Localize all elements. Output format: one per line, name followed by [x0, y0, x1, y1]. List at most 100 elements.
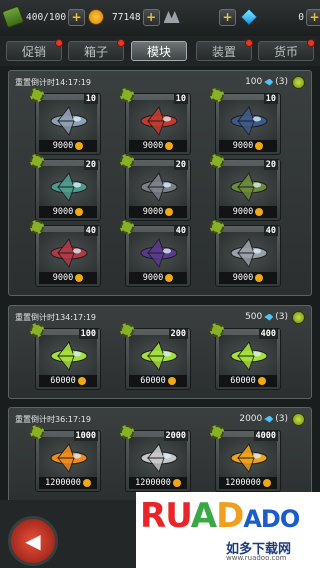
module-card[interactable]: 4000 1200000 — [210, 425, 281, 492]
price-value: 60000 — [50, 376, 76, 386]
section-header: 重置倒计时14:17:19 100 (3) — [15, 75, 305, 89]
module-card[interactable]: 10 9000 — [120, 88, 191, 155]
tab-currency[interactable]: 货币 — [258, 39, 315, 61]
energy-icon — [264, 78, 274, 86]
back-button[interactable]: ◀ — [8, 516, 58, 566]
reset-timer: 重置倒计时14:17:19 — [15, 77, 91, 87]
module-card[interactable]: 1000 1200000 — [30, 425, 101, 492]
add-gems-button[interactable]: + — [219, 8, 236, 26]
gear-icon — [30, 220, 44, 234]
tab-promotion[interactable]: 促销 — [6, 39, 63, 61]
module-plane-icon — [140, 340, 178, 372]
add-coins-button[interactable]: + — [142, 8, 160, 26]
refresh-button[interactable] — [292, 412, 305, 426]
module-plane-icon — [230, 237, 268, 269]
gear-icon — [210, 425, 224, 439]
coin-icon — [167, 377, 176, 385]
module-card[interactable]: 2000 1200000 — [120, 425, 191, 492]
section-header: 重置倒计时36:17:19 2000 (3) — [15, 412, 305, 426]
module-level: 10 — [173, 94, 188, 104]
module-price: 9000 — [219, 272, 277, 284]
module-price: 9000 — [219, 206, 277, 218]
notification-dot — [117, 39, 125, 47]
energy-value: 400/100 — [26, 11, 67, 23]
module-card[interactable]: 20 9000 — [30, 154, 101, 221]
tab-devices[interactable]: 装置 — [196, 39, 253, 61]
refresh-button[interactable] — [292, 75, 305, 89]
notification-dot — [55, 39, 63, 47]
reset-timer: 重置倒计时36:17:19 — [15, 414, 91, 424]
module-plane-icon — [50, 105, 88, 137]
module-level: 100 — [78, 329, 98, 339]
module-level: 40 — [83, 226, 98, 236]
refresh-cost-value: 100 — [245, 77, 263, 87]
module-card[interactable]: 40 9000 — [120, 220, 191, 287]
module-level: 10 — [83, 94, 98, 104]
module-price: 9000 — [219, 140, 277, 152]
bolt-coin-icon — [88, 9, 105, 25]
module-level: 4000 — [253, 431, 278, 441]
coin-icon — [165, 142, 174, 150]
module-card[interactable]: 20 9000 — [120, 154, 191, 221]
arrow-left-icon: ◀ — [25, 529, 41, 553]
module-card[interactable]: 20 9000 — [210, 154, 281, 221]
module-card[interactable]: 10 9000 — [210, 88, 281, 155]
coin-icon — [165, 274, 174, 282]
coin-icon — [75, 274, 84, 282]
price-value: 9000 — [142, 207, 164, 217]
notification-dot — [245, 39, 253, 47]
module-plane-icon — [230, 105, 268, 137]
module-card[interactable]: 40 9000 — [30, 220, 101, 287]
module-price: 9000 — [129, 272, 187, 284]
module-level: 200 — [168, 329, 188, 339]
module-price: 1200000 — [39, 477, 97, 489]
add-gems-button-2[interactable]: + — [306, 8, 320, 26]
shop-tabs: 促销 箱子 模块 装置 货币 — [0, 36, 320, 66]
module-card[interactable]: 10 9000 — [30, 88, 101, 155]
module-card[interactable]: 400 60000 — [210, 323, 281, 390]
energy-icon — [264, 313, 274, 321]
price-value: 9000 — [142, 141, 164, 151]
gear-icon — [30, 425, 44, 439]
coin-icon — [77, 377, 86, 385]
price-value: 9000 — [52, 273, 74, 283]
module-card[interactable]: 100 60000 — [30, 323, 101, 390]
section-header: 重置倒计时134:17:19 500 (3) — [15, 310, 305, 324]
module-plane-icon — [140, 105, 178, 137]
refresh-button[interactable] — [292, 310, 305, 324]
module-card[interactable]: 40 9000 — [210, 220, 281, 287]
price-value: 1200000 — [225, 478, 261, 488]
module-level: 40 — [173, 226, 188, 236]
module-plane-icon — [230, 340, 268, 372]
tab-label: 促销 — [21, 44, 46, 59]
watermark-text: RUADADO — [140, 496, 300, 536]
price-value: 9000 — [52, 207, 74, 217]
add-energy-button[interactable]: + — [68, 8, 86, 26]
watermark-letter: R — [140, 496, 166, 536]
gear-icon — [120, 88, 134, 102]
tab-boxes[interactable]: 箱子 — [68, 39, 125, 61]
energy-resource: 400/100 + — [1, 5, 105, 29]
gem-value: 0 — [298, 11, 304, 23]
module-price: 1200000 — [219, 477, 277, 489]
battery-icon — [1, 5, 25, 29]
watermark-letter: A — [190, 496, 217, 536]
module-level: 1000 — [73, 431, 98, 441]
refresh-cost-value: 2000 — [239, 414, 263, 424]
tab-label: 装置 — [211, 44, 236, 59]
module-price: 9000 — [39, 206, 97, 218]
price-value: 60000 — [230, 376, 256, 386]
tab-modules[interactable]: 模块 — [131, 41, 187, 61]
price-value: 9000 — [232, 273, 254, 283]
coin-resource: 77148 + — [112, 8, 180, 26]
coin-icon — [255, 142, 264, 150]
gear-icon — [120, 323, 134, 337]
watermark-url: www.ruadoo.com — [226, 554, 287, 562]
coin-icon — [172, 479, 181, 487]
notification-dot — [307, 39, 315, 47]
refresh-cost: 2000 (3) — [239, 412, 305, 426]
coin-icon — [75, 142, 84, 150]
tab-label: 货币 — [273, 44, 298, 59]
module-level: 20 — [173, 160, 188, 170]
module-card[interactable]: 200 60000 — [120, 323, 191, 390]
